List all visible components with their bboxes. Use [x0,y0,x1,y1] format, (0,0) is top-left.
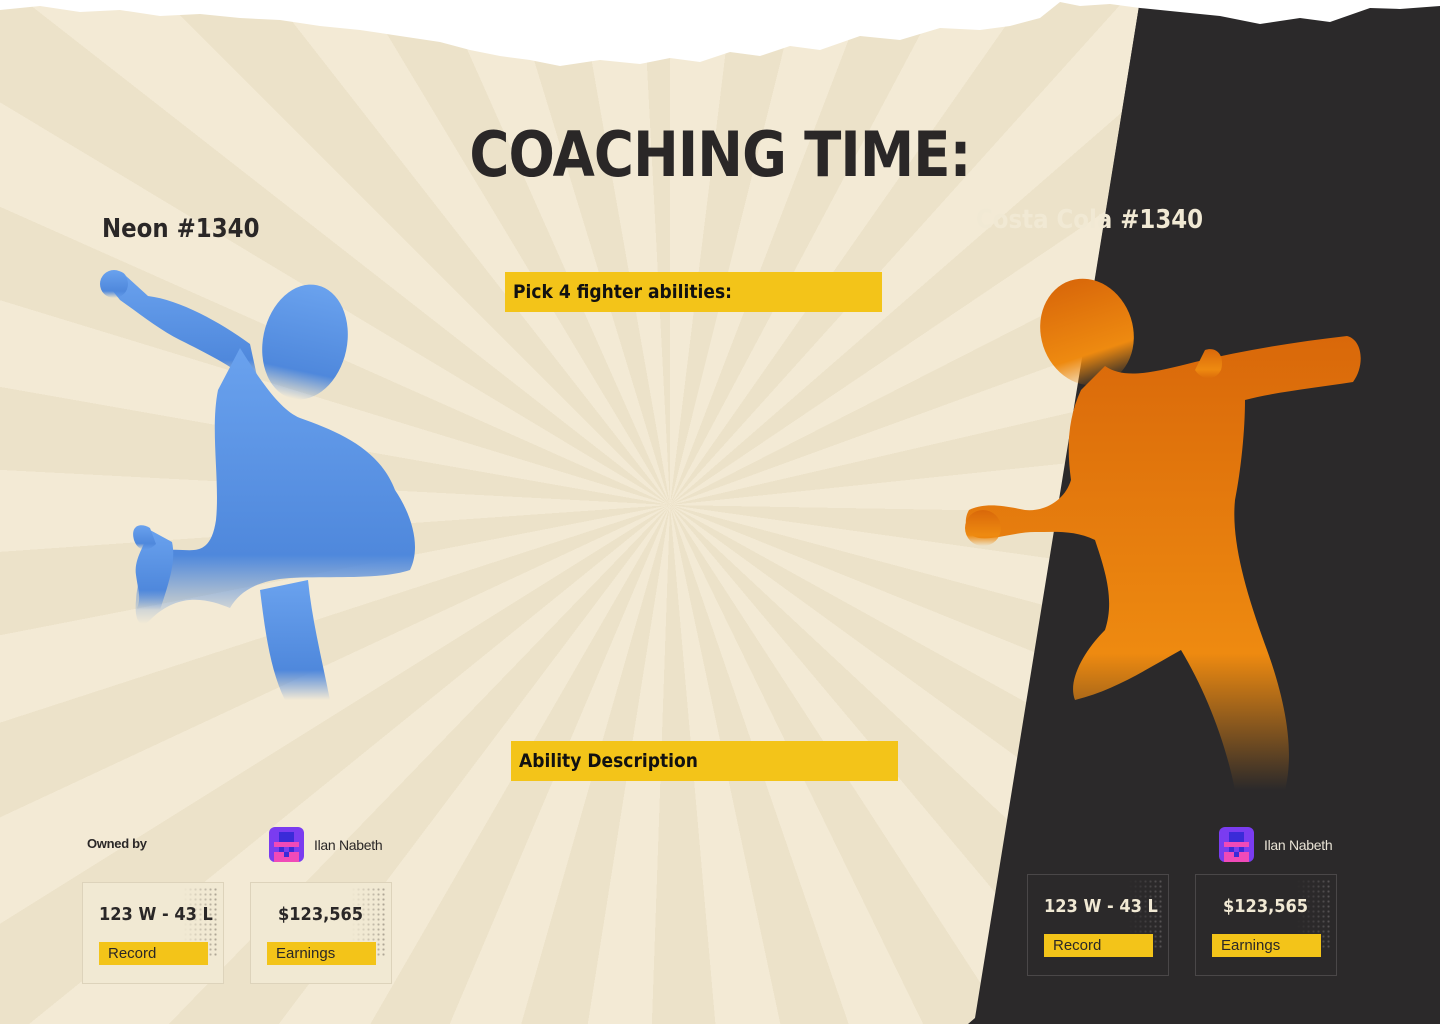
ability-description-bar: Ability Description [511,741,898,781]
right-fighter-name: Costa Cola #1340 [976,205,1204,235]
right-record-card: 123 W - 43 L Record [1027,874,1169,976]
left-earnings-card: $123,565 Earnings [250,882,392,984]
pick-abilities-bar: Pick 4 fighter abilities: [505,272,882,312]
left-earnings-label: Earnings [267,942,376,965]
right-owner-name: Ilan Nabeth [1264,836,1333,853]
pick-abilities-label: Pick 4 fighter abilities: [513,281,732,303]
right-owner-avatar [1219,827,1254,862]
orange-fighter-figure[interactable] [955,270,1375,790]
page-title: COACHING TIME: [469,118,971,191]
left-record-label: Record [99,942,208,965]
left-record-card: 123 W - 43 L Record [82,882,224,984]
ability-description-label: Ability Description [519,750,698,772]
owned-by-label: Owned by [87,836,147,851]
right-record-label: Record [1044,934,1153,957]
right-owner[interactable]: Ilan Nabeth [1219,827,1333,862]
left-earnings-value: $123,565 [278,904,364,925]
right-earnings-label: Earnings [1212,934,1321,957]
left-owner-avatar [269,827,304,862]
right-earnings-value: $123,565 [1223,896,1309,917]
left-owner-name: Ilan Nabeth [314,836,383,853]
left-fighter-name: Neon #1340 [102,214,260,244]
blue-fighter-figure[interactable] [90,260,440,700]
left-owner[interactable]: Ilan Nabeth [269,827,383,862]
left-record-value: 123 W - 43 L [99,904,213,925]
right-earnings-card: $123,565 Earnings [1195,874,1337,976]
torn-paper-edge [0,0,1440,66]
right-record-value: 123 W - 43 L [1044,896,1158,917]
